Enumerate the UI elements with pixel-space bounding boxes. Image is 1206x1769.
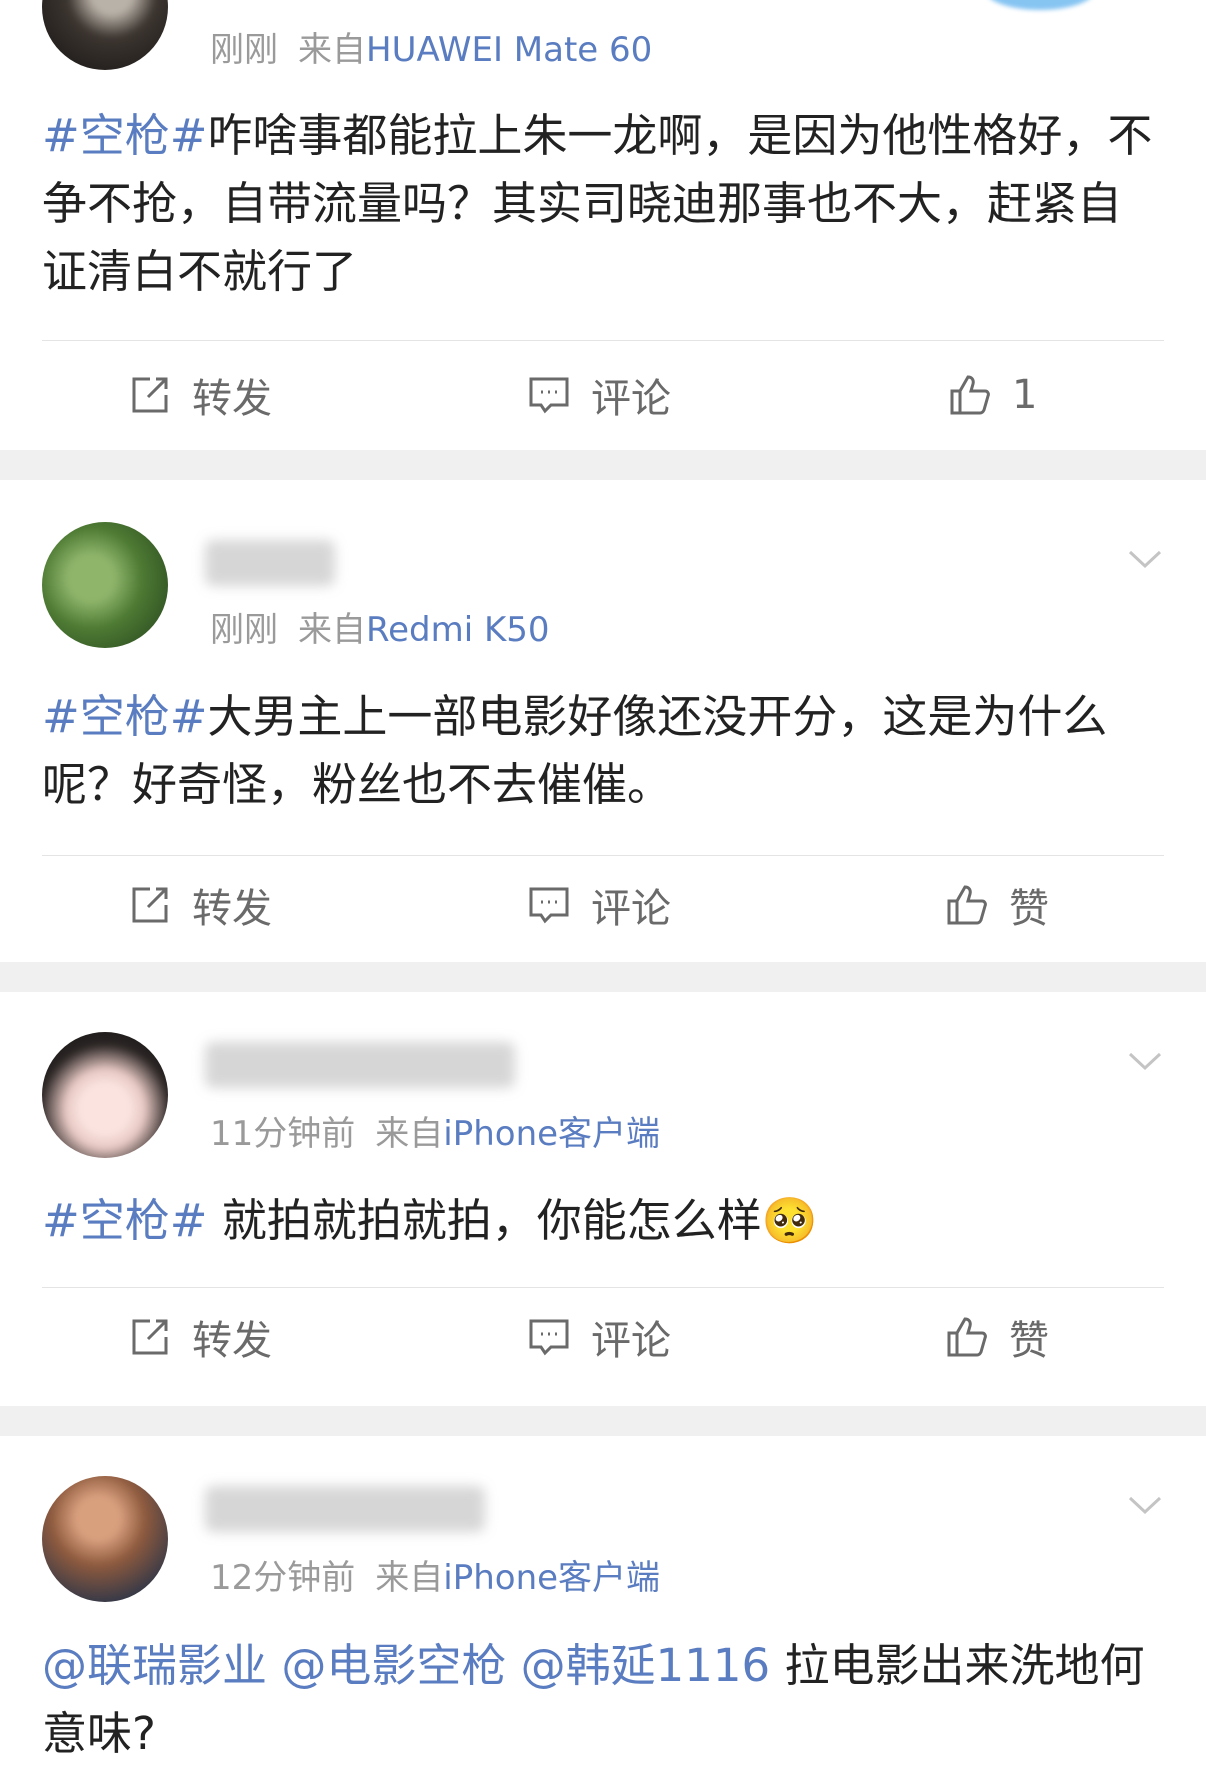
chevron-down-icon[interactable] [1126, 1486, 1164, 1524]
post-body: #空枪# 就拍就拍就拍，你能怎么样🥺 [42, 1187, 1162, 1255]
repost-icon [132, 377, 168, 413]
source-prefix: 来自 [375, 1114, 444, 1154]
mention-link[interactable]: @联瑞影业 [42, 1639, 267, 1692]
divider [42, 1287, 1164, 1288]
comment-icon [529, 377, 569, 414]
post-meta: 12分钟前 来自iPhone客户端 [210, 1550, 660, 1599]
source-prefix: 来自 [298, 30, 366, 70]
thumbs-up-icon [947, 1317, 987, 1357]
device-link[interactable]: HUAWEI Mate 60 [366, 30, 652, 70]
device-link[interactable]: iPhone客户端 [443, 1114, 660, 1154]
avatar[interactable] [42, 522, 168, 648]
repost-button[interactable]: 转发 [128, 1307, 272, 1367]
like-count: 1 [1012, 372, 1038, 418]
action-bar: 转发 评论 赞 [0, 1307, 1206, 1367]
repost-button[interactable]: 转发 [128, 875, 272, 935]
repost-button[interactable]: 转发 [128, 365, 272, 425]
chevron-down-icon[interactable] [1126, 540, 1164, 578]
post-card: 刚刚 来自Redmi K50 #空枪#大男主上一部电影好像还没开分，这是为什么呢？… [0, 480, 1206, 962]
post-body: @联瑞影业 @电影空枪 @韩延1116 拉电影出来洗地何意味? [42, 1632, 1162, 1768]
username-blurred[interactable] [205, 1486, 485, 1532]
comment-label: 评论 [591, 376, 671, 422]
like-label: 赞 [1009, 886, 1049, 932]
topic-tag[interactable]: #空枪# [42, 690, 207, 743]
post-body: #空枪#咋啥事都能拉上朱一龙啊，是因为他性格好，不争不抢，自带流量吗？其实司晓迪… [42, 102, 1162, 306]
post-time: 刚刚 [210, 30, 278, 70]
post-time: 11分钟前 [210, 1114, 356, 1154]
device-link[interactable]: Redmi K50 [366, 610, 550, 650]
repost-icon [132, 887, 168, 923]
repost-label: 转发 [192, 376, 272, 422]
chevron-down-icon[interactable] [1126, 1042, 1164, 1080]
avatar[interactable] [42, 1476, 168, 1602]
divider [42, 340, 1164, 341]
thumbs-up-icon [950, 375, 990, 415]
like-button[interactable]: 赞 [945, 875, 1049, 935]
action-bar: 转发 评论 1 [0, 365, 1206, 425]
avatar[interactable] [42, 1032, 168, 1158]
avatar[interactable] [42, 0, 168, 70]
post-meta: 刚刚 来自Redmi K50 [210, 602, 550, 651]
comment-button[interactable]: 评论 [527, 875, 671, 935]
like-button[interactable]: 1 [948, 365, 1037, 425]
thumbs-up-icon [947, 885, 987, 925]
action-bar: 转发 评论 赞 [0, 875, 1206, 935]
mention-link[interactable]: @韩延1116 [521, 1639, 771, 1692]
repost-label: 转发 [192, 1318, 272, 1364]
repost-label: 转发 [192, 886, 272, 932]
post-text: 就拍就拍就拍，你能怎么样 [207, 1194, 762, 1247]
decoration-badge [985, 0, 1095, 10]
like-button[interactable]: 赞 [945, 1307, 1049, 1367]
mention-link[interactable]: @电影空枪 [281, 1639, 506, 1692]
topic-tag[interactable]: #空枪# [42, 109, 207, 162]
comment-label: 评论 [591, 1318, 671, 1364]
device-link[interactable]: iPhone客户端 [443, 1558, 660, 1598]
card-separator [0, 962, 1206, 992]
divider [42, 855, 1164, 856]
source-prefix: 来自 [298, 610, 366, 650]
post-body: #空枪#大男主上一部电影好像还没开分，这是为什么呢？好奇怪，粉丝也不去催催。 [42, 683, 1162, 819]
post-time: 刚刚 [210, 610, 278, 650]
source-prefix: 来自 [375, 1558, 444, 1598]
pleading-face-emoji: 🥺 [761, 1194, 818, 1247]
repost-icon [132, 1319, 168, 1355]
post-card: 12分钟前 来自iPhone客户端 @联瑞影业 @电影空枪 @韩延1116 拉电影… [0, 1436, 1206, 1769]
post-card: 刚刚 来自HUAWEI Mate 60 #空枪#咋啥事都能拉上朱一龙啊，是因为他性… [0, 0, 1206, 450]
post-meta: 刚刚 来自HUAWEI Mate 60 [210, 22, 652, 71]
comment-button[interactable]: 评论 [527, 365, 671, 425]
comment-button[interactable]: 评论 [527, 1307, 671, 1367]
like-label: 赞 [1009, 1318, 1049, 1364]
post-text: 咋啥事都能拉上朱一龙啊，是因为他性格好，不争不抢，自带流量吗？其实司晓迪那事也不… [42, 109, 1153, 298]
comment-icon [529, 887, 569, 924]
username-blurred[interactable] [205, 1042, 515, 1088]
username-blurred[interactable] [205, 540, 335, 586]
card-separator [0, 1406, 1206, 1436]
topic-tag[interactable]: #空枪# [42, 1194, 207, 1247]
post-time: 12分钟前 [210, 1558, 356, 1598]
card-separator [0, 450, 1206, 480]
post-meta: 11分钟前 来自iPhone客户端 [210, 1106, 660, 1155]
comment-icon [529, 1319, 569, 1356]
post-card: 11分钟前 来自iPhone客户端 #空枪# 就拍就拍就拍，你能怎么样🥺 转发 评… [0, 992, 1206, 1406]
comment-label: 评论 [591, 886, 671, 932]
